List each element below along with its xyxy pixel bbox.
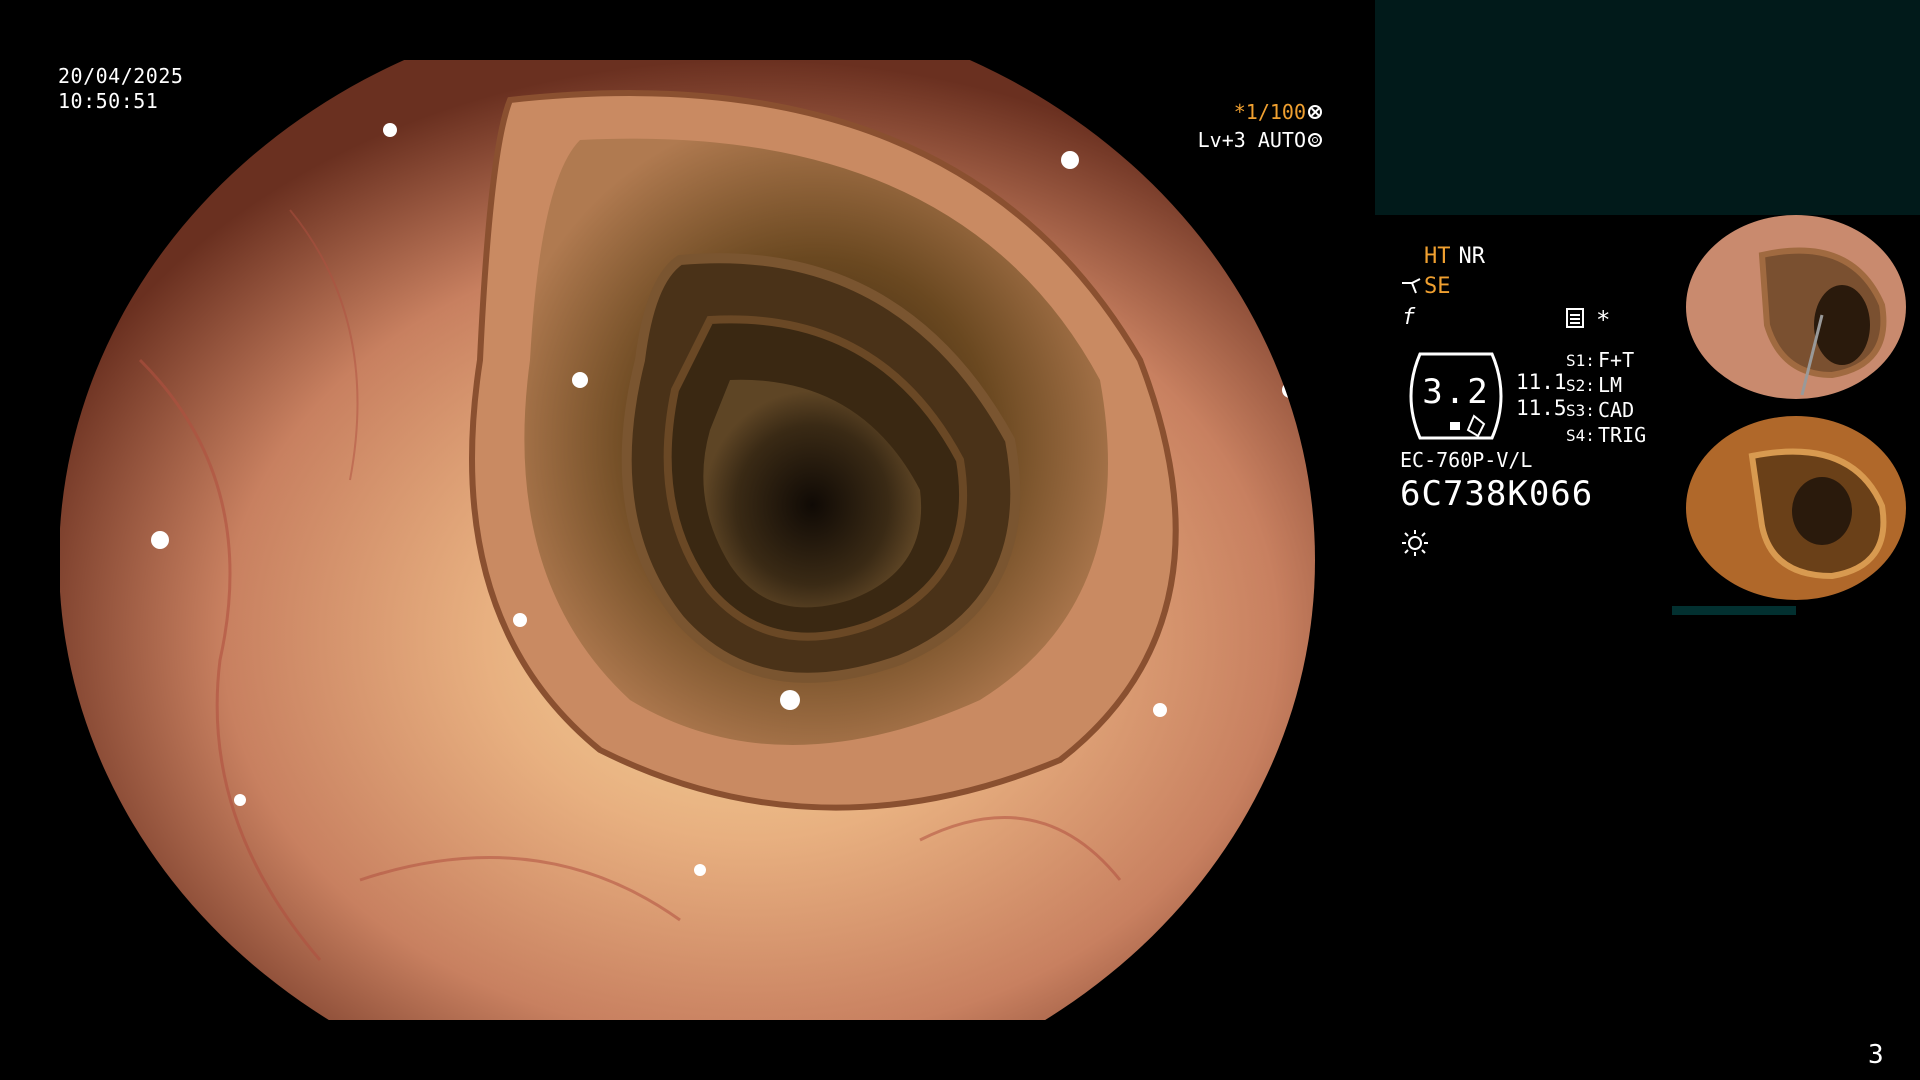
switch-key: S3: (1566, 401, 1595, 420)
level-row: Lv+3 AUTO (1192, 126, 1322, 154)
asterisk-indicator: * (1596, 306, 1611, 334)
sun-icon (1402, 530, 1428, 556)
mode-ht: HT (1424, 244, 1451, 269)
shutter-icon (1308, 105, 1322, 119)
endoscopy-screen: 20/04/2025 10:50:51 *1/100 Lv+3 AUTO HT N… (0, 0, 1920, 1080)
scope-serial: 6C738K066 (1400, 474, 1594, 514)
switch-row: S2: LM (1566, 373, 1646, 398)
date-text: 20/04/2025 (58, 64, 184, 88)
auto-icon (1308, 133, 1322, 147)
note-icon (1566, 308, 1584, 328)
switch-list: S1: F+T S2: LM S3: CAD S4: TRIG (1566, 348, 1646, 448)
switch-value: LM (1598, 373, 1623, 397)
captured-image-thumbnail[interactable] (1672, 416, 1920, 601)
thumbnail-bar (1672, 606, 1796, 615)
se-row: SE (1400, 274, 1451, 299)
hexagon-value: 3.2 (1422, 372, 1490, 412)
f-label: f (1402, 305, 1416, 330)
endoscope-live-view (60, 60, 1315, 1020)
switch-value: F+T (1598, 348, 1635, 372)
switch-key: S4: (1566, 426, 1595, 445)
scope-model: EC-760P-V/L (1400, 448, 1533, 472)
shutter-row: *1/100 (1192, 98, 1322, 126)
switch-key: S2: (1566, 376, 1595, 395)
switch-row: S4: TRIG (1566, 423, 1646, 448)
captured-image-thumbnail[interactable] (1672, 215, 1920, 400)
exposure-info: *1/100 Lv+3 AUTO (1192, 98, 1322, 154)
datetime-overlay: 20/04/2025 10:50:51 (58, 64, 183, 114)
page-number: 3 (1868, 1040, 1884, 1070)
mode-nr: NR (1458, 244, 1486, 269)
se-label: SE (1424, 274, 1451, 299)
level-text: Lv+3 AUTO (1197, 128, 1306, 152)
switch-value: TRIG (1598, 423, 1647, 447)
switch-row: S1: F+T (1566, 348, 1646, 373)
switch-key: S1: (1566, 351, 1595, 370)
mode-row: HT NR (1424, 244, 1493, 269)
value-1: 11.1 (1516, 370, 1567, 394)
scissors-icon (1402, 277, 1421, 293)
switch-row: S3: CAD (1566, 398, 1646, 423)
time-text: 10:50:51 (58, 89, 159, 113)
teal-info-box (1375, 0, 1920, 215)
shutter-speed: *1/100 (1233, 100, 1306, 124)
value-2: 11.5 (1516, 396, 1567, 420)
switch-value: CAD (1598, 398, 1635, 422)
